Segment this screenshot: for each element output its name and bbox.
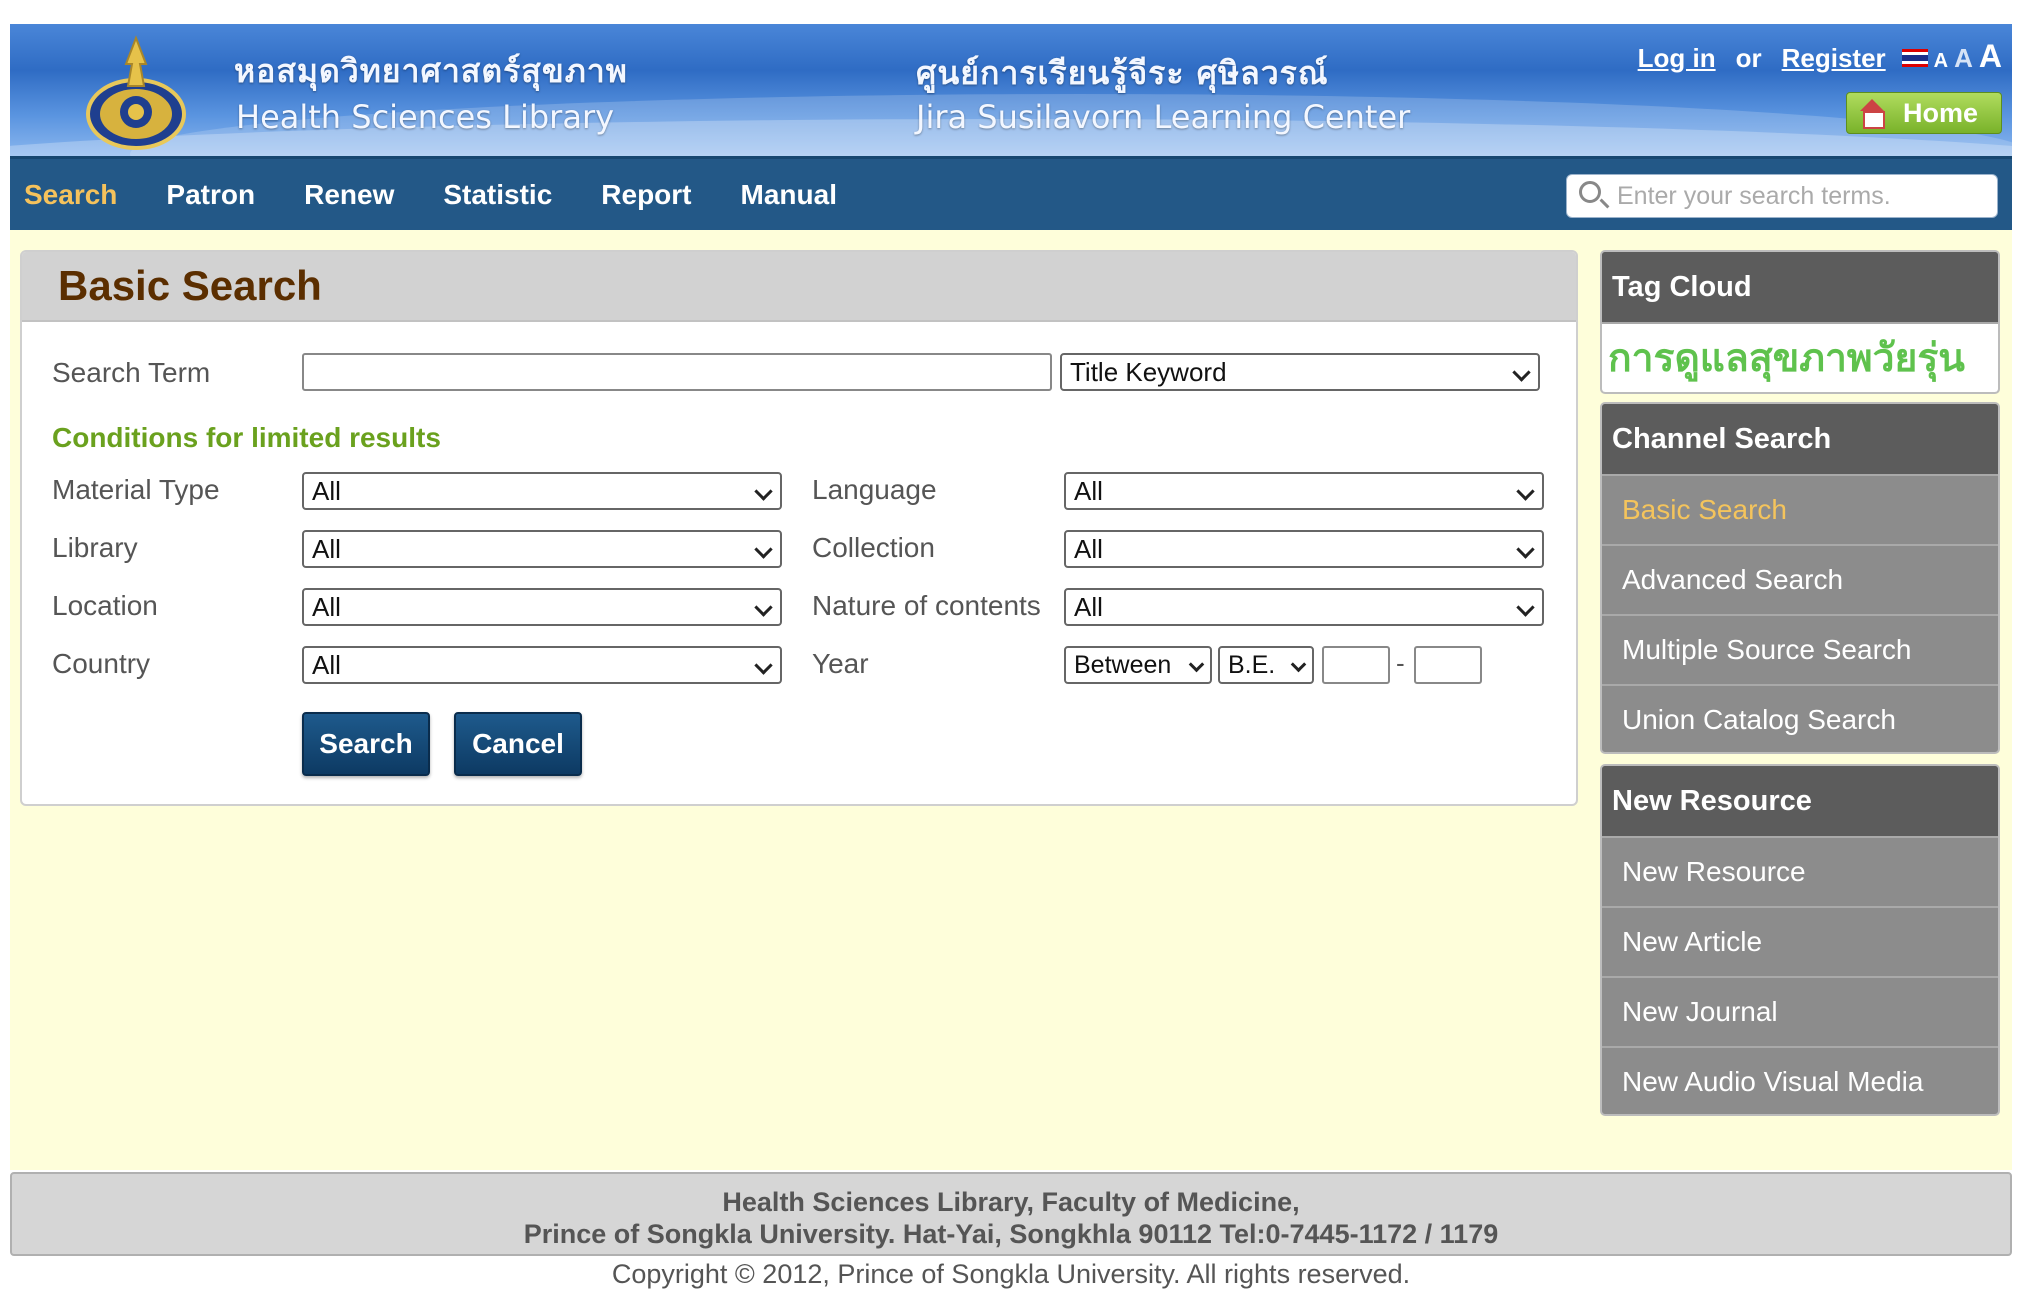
channel-union-catalog-search[interactable]: Union Catalog Search xyxy=(1602,684,1998,752)
register-link[interactable]: Register xyxy=(1782,43,1886,74)
chevron-down-icon xyxy=(754,540,773,559)
login-link[interactable]: Log in xyxy=(1638,43,1716,74)
cancel-button[interactable]: Cancel xyxy=(454,712,582,776)
channel-multiple-source-search[interactable]: Multiple Source Search xyxy=(1602,614,1998,684)
material-type-select[interactable]: All xyxy=(302,472,782,510)
channel-basic-search[interactable]: Basic Search xyxy=(1602,474,1998,544)
tag-cloud-title: Tag Cloud xyxy=(1602,252,1998,322)
location-select[interactable]: All xyxy=(302,588,782,626)
nature-of-contents-label: Nature of contents xyxy=(812,590,1041,621)
language-select[interactable]: All xyxy=(1064,472,1544,510)
site-header: หอสมุดวิทยาศาสตร์สุขภาพ Health Sciences … xyxy=(10,24,2012,156)
nav-manual[interactable]: Manual xyxy=(741,179,837,211)
copyright-text: Copyright © 2012, Prince of Songkla Univ… xyxy=(611,1259,1411,1289)
nav-statistic[interactable]: Statistic xyxy=(443,179,552,211)
footer-address-line2: Prince of Songkla University. Hat-Yai, S… xyxy=(523,1219,1499,1249)
country-value: All xyxy=(312,649,341,680)
country-select[interactable]: All xyxy=(302,646,782,684)
year-era-select[interactable]: B.E. xyxy=(1218,646,1314,684)
chevron-down-icon xyxy=(1512,363,1531,382)
nav-search[interactable]: Search xyxy=(24,179,117,211)
library-english-name: Health Sciences Library xyxy=(236,98,615,136)
collection-select[interactable]: All xyxy=(1064,530,1544,568)
or-text: or xyxy=(1735,43,1762,73)
year-to-input[interactable] xyxy=(1414,646,1482,684)
conditions-title: Conditions for limited results xyxy=(52,422,441,453)
home-label: Home xyxy=(1903,97,1979,128)
year-mode-value: Between xyxy=(1074,650,1172,679)
nature-of-contents-select[interactable]: All xyxy=(1064,588,1544,626)
library-label: Library xyxy=(52,532,138,563)
house-icon xyxy=(1857,99,1887,129)
channel-search-title: Channel Search xyxy=(1602,404,1998,474)
new-resource-link[interactable]: New Resource xyxy=(1602,836,1998,906)
new-resource-box: New Resource New Resource New Article Ne… xyxy=(1600,764,2000,1116)
search-button[interactable]: Search xyxy=(302,712,430,776)
tag-cloud-body: การดูแลสุขภาพวัยรุ่น xyxy=(1602,322,1998,392)
nav-patron[interactable]: Patron xyxy=(166,179,255,211)
chevron-down-icon xyxy=(1516,482,1535,501)
search-term-label: Search Term xyxy=(52,357,211,388)
auth-links: Log in or Register A A A xyxy=(1638,38,2002,75)
chevron-down-icon xyxy=(754,656,773,675)
chevron-down-icon xyxy=(754,598,773,617)
chevron-down-icon xyxy=(1516,598,1535,617)
library-select[interactable]: All xyxy=(302,530,782,568)
location-value: All xyxy=(312,591,341,622)
channel-search-box: Channel Search Basic Search Advanced Sea… xyxy=(1600,402,2000,754)
center-english-name: Jira Susilavorn Learning Center xyxy=(916,98,1411,136)
channel-advanced-search[interactable]: Advanced Search xyxy=(1602,544,1998,614)
chevron-down-icon xyxy=(754,482,773,501)
nav-report[interactable]: Report xyxy=(601,179,691,211)
search-term-input[interactable] xyxy=(302,353,1052,391)
year-label: Year xyxy=(812,648,869,679)
footer-address-line1: Health Sciences Library, Faculty of Medi… xyxy=(722,1187,1300,1217)
chevron-down-icon xyxy=(1290,656,1307,673)
collection-value: All xyxy=(1074,533,1103,564)
font-size-small-button[interactable]: A xyxy=(1934,50,1948,73)
country-label: Country xyxy=(52,648,151,679)
library-value: All xyxy=(312,533,341,564)
tag-cloud-box: Tag Cloud การดูแลสุขภาพวัยรุ่น xyxy=(1600,250,2000,394)
center-thai-name: ศูนย์การเรียนรู้จีระ ศุษิลวรณ์ xyxy=(916,54,1329,92)
main-nav: Search Patron Renew Statistic Report Man… xyxy=(10,156,2012,230)
new-resource-title: New Resource xyxy=(1602,766,1998,836)
page-title: Basic Search xyxy=(58,262,322,309)
year-era-value: B.E. xyxy=(1228,650,1276,679)
year-from-input[interactable] xyxy=(1322,646,1390,684)
collection-label: Collection xyxy=(812,532,935,563)
home-button[interactable]: Home xyxy=(1846,92,2002,134)
search-field-value: Title Keyword xyxy=(1070,356,1227,387)
library-thai-name: หอสมุดวิทยาศาสตร์สุขภาพ xyxy=(234,52,628,90)
font-size-large-button[interactable]: A xyxy=(1979,38,2002,75)
language-value: All xyxy=(1074,475,1103,506)
basic-search-panel: Basic Search Search Term Title Keyword C… xyxy=(20,250,1578,806)
thai-flag-icon[interactable] xyxy=(1901,49,1928,67)
new-journal-link[interactable]: New Journal xyxy=(1602,976,1998,1046)
quick-search-box xyxy=(1566,174,1998,218)
site-footer: Health Sciences Library, Faculty of Medi… xyxy=(10,1172,2012,1256)
material-type-value: All xyxy=(312,475,341,506)
location-label: Location xyxy=(52,590,158,621)
search-field-select[interactable]: Title Keyword xyxy=(1060,353,1540,391)
font-size-medium-button[interactable]: A xyxy=(1954,43,1973,74)
chevron-down-icon xyxy=(1188,656,1205,673)
language-label: Language xyxy=(812,474,937,505)
tag-link[interactable]: การดูแลสุขภาพวัยรุ่น xyxy=(1608,327,1965,389)
new-article-link[interactable]: New Article xyxy=(1602,906,1998,976)
chevron-down-icon xyxy=(1516,540,1535,559)
new-audio-visual-link[interactable]: New Audio Visual Media xyxy=(1602,1046,1998,1114)
material-type-label: Material Type xyxy=(52,474,220,505)
year-mode-select[interactable]: Between xyxy=(1064,646,1212,684)
nature-of-contents-value: All xyxy=(1074,591,1103,622)
year-separator: - xyxy=(1396,648,1405,678)
university-logo-icon[interactable] xyxy=(80,34,192,154)
search-icon[interactable] xyxy=(1579,181,1601,203)
nav-renew[interactable]: Renew xyxy=(304,179,394,211)
quick-search-input[interactable] xyxy=(1617,179,1987,213)
